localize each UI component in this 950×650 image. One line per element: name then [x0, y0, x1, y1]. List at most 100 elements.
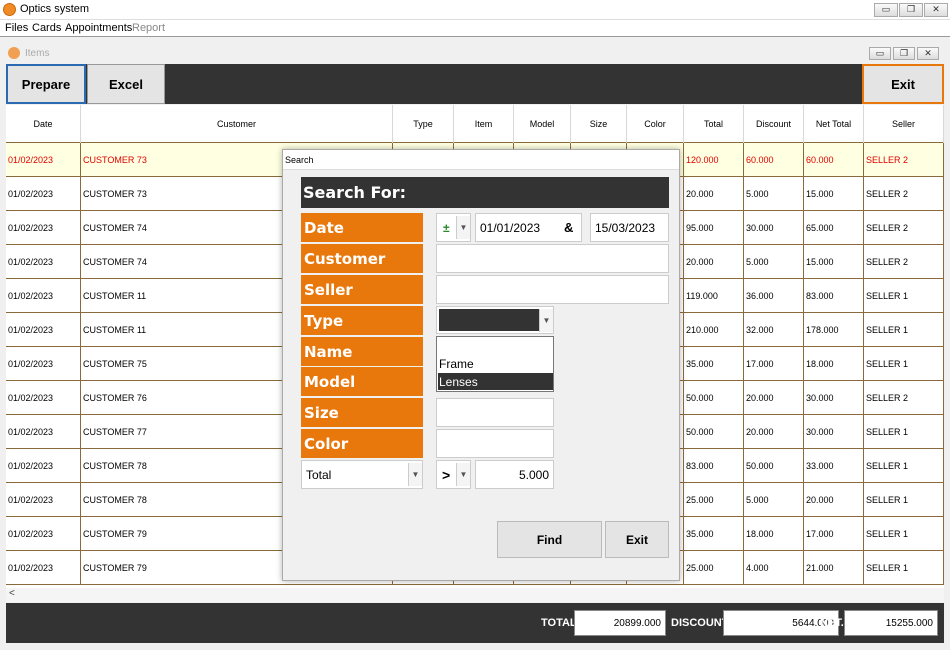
column-header-date[interactable]: Date — [6, 105, 81, 143]
scroll-left-arrow-icon[interactable]: < — [9, 588, 15, 599]
chevron-down-icon: ▼ — [539, 309, 553, 332]
cell-seller: SELLER 1 — [864, 313, 944, 347]
date-label: Date — [301, 213, 423, 242]
column-header-model[interactable]: Model — [514, 105, 571, 143]
seller-field[interactable] — [436, 275, 669, 304]
cell-total: 120.000 — [684, 143, 744, 177]
column-header-customer[interactable]: Customer — [81, 105, 393, 143]
menu-bar: Files Cards Appointments Report — [0, 20, 950, 37]
cell-discount: 5.000 — [744, 483, 804, 517]
cell-net-total: 83.000 — [804, 279, 864, 313]
child-minimize-button[interactable]: ▭ — [869, 47, 891, 60]
cell-date: 01/02/2023 — [6, 313, 81, 347]
cell-discount: 5.000 — [744, 177, 804, 211]
chevron-down-icon: ▼ — [456, 216, 470, 239]
cell-total: 95.000 — [684, 211, 744, 245]
search-dialog-titlebar: Search — [283, 150, 679, 170]
type-select-value — [439, 309, 539, 331]
cell-seller: SELLER 1 — [864, 483, 944, 517]
toolbar: Prepare Excel Exit — [6, 64, 944, 104]
cell-date: 01/02/2023 — [6, 449, 81, 483]
cell-net-total: 18.000 — [804, 347, 864, 381]
prepare-button[interactable]: Prepare — [6, 64, 86, 104]
amount-operator-value: > — [442, 466, 451, 483]
cell-total: 50.000 — [684, 381, 744, 415]
child-restore-button[interactable]: ❐ — [893, 47, 915, 60]
size-field[interactable] — [436, 398, 554, 427]
type-dropdown-list: Frame Lenses — [436, 336, 554, 392]
amount-field-select[interactable]: Total ▼ — [301, 460, 423, 489]
find-button[interactable]: Find — [497, 521, 602, 558]
discount-label: DISCOUNT — [671, 617, 729, 629]
menu-files[interactable]: Files — [5, 22, 28, 34]
menu-appointments[interactable]: Appointments — [65, 22, 132, 34]
cell-date: 01/02/2023 — [6, 551, 81, 585]
cell-net-total: 21.000 — [804, 551, 864, 585]
amount-value-field[interactable]: 5.000 — [475, 460, 554, 489]
cell-seller: SELLER 1 — [864, 279, 944, 313]
column-header-color[interactable]: Color — [627, 105, 684, 143]
cell-total: 20.000 — [684, 177, 744, 211]
date-to-field[interactable]: 15/03/2023 — [590, 213, 669, 242]
chevron-down-icon: ▼ — [456, 463, 470, 486]
column-header-type[interactable]: Type — [393, 105, 454, 143]
cell-discount: 17.000 — [744, 347, 804, 381]
customer-field[interactable] — [436, 244, 669, 273]
column-header-discount[interactable]: Discount — [744, 105, 804, 143]
cell-total: 210.000 — [684, 313, 744, 347]
cell-discount: 36.000 — [744, 279, 804, 313]
cell-date: 01/02/2023 — [6, 517, 81, 551]
cell-net-total: 30.000 — [804, 381, 864, 415]
cell-discount: 60.000 — [744, 143, 804, 177]
cell-discount: 50.000 — [744, 449, 804, 483]
color-label: Color — [301, 429, 423, 458]
cell-total: 25.000 — [684, 483, 744, 517]
cell-date: 01/02/2023 — [6, 177, 81, 211]
search-header: Search For: — [301, 177, 669, 208]
cell-seller: SELLER 1 — [864, 551, 944, 585]
total-value-field: 20899.000 — [574, 610, 666, 636]
size-label: Size — [301, 398, 423, 427]
cell-date: 01/02/2023 — [6, 143, 81, 177]
cell-total: 35.000 — [684, 517, 744, 551]
dialog-exit-button[interactable]: Exit — [605, 521, 669, 558]
cell-net-total: 17.000 — [804, 517, 864, 551]
seller-label: Seller — [301, 275, 423, 304]
color-field[interactable] — [436, 429, 554, 458]
cell-date: 01/02/2023 — [6, 381, 81, 415]
child-window-titlebar: Items ▭ ❐ ✕ — [0, 45, 950, 63]
minimize-button[interactable]: ▭ — [874, 3, 898, 17]
type-select[interactable]: ▼ — [436, 306, 554, 334]
type-option-frame[interactable]: Frame — [438, 355, 553, 372]
column-header-total[interactable]: Total — [684, 105, 744, 143]
excel-button[interactable]: Excel — [87, 64, 165, 104]
app-titlebar: Optics system ▭ ❐ ✕ — [0, 0, 950, 20]
app-title: Optics system — [20, 3, 90, 15]
amount-operator-select[interactable]: > ▼ — [436, 460, 471, 489]
app-logo-icon — [3, 3, 16, 16]
cell-total: 83.000 — [684, 449, 744, 483]
column-header-item[interactable]: Item — [454, 105, 514, 143]
cell-date: 01/02/2023 — [6, 415, 81, 449]
cell-total: 20.000 — [684, 245, 744, 279]
menu-cards[interactable]: Cards — [32, 22, 61, 34]
total-label: TOTAL — [541, 617, 577, 629]
column-header-net-total[interactable]: Net Total — [804, 105, 864, 143]
cell-net-total: 20.000 — [804, 483, 864, 517]
date-operator-select[interactable]: ± ▼ — [436, 213, 471, 242]
column-header-seller[interactable]: Seller — [864, 105, 944, 143]
search-dialog-title: Search — [285, 155, 314, 165]
amount-field-value: Total — [306, 467, 332, 482]
horizontal-scrollbar[interactable]: < — [6, 588, 944, 602]
cell-date: 01/02/2023 — [6, 483, 81, 517]
cell-total: 50.000 — [684, 415, 744, 449]
restore-button[interactable]: ❐ — [899, 3, 923, 17]
exit-button[interactable]: Exit — [862, 64, 944, 104]
column-header-size[interactable]: Size — [571, 105, 627, 143]
close-button[interactable]: ✕ — [924, 3, 948, 17]
child-close-button[interactable]: ✕ — [917, 47, 939, 60]
menu-report[interactable]: Report — [132, 22, 165, 34]
cell-seller: SELLER 2 — [864, 381, 944, 415]
type-option-lenses[interactable]: Lenses — [438, 373, 553, 390]
cell-net-total: 178.000 — [804, 313, 864, 347]
